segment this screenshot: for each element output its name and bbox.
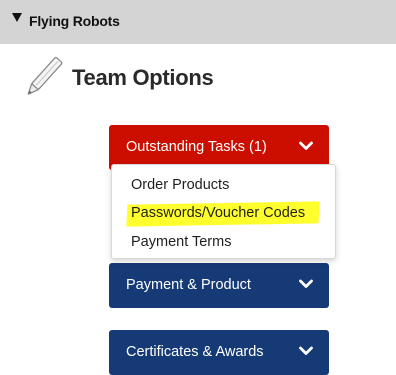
team-header[interactable]: Flying Robots	[0, 0, 396, 44]
chevron-down-icon	[299, 141, 313, 150]
menu-item-passwords-voucher-codes[interactable]: Passwords/Voucher Codes	[131, 205, 305, 221]
certificates-awards-dropdown[interactable]: Certificates & Awards	[109, 330, 329, 375]
outstanding-tasks-menu: Order Products Passwords/Voucher Codes P…	[111, 164, 336, 259]
dropdown-label: Certificates & Awards	[126, 344, 264, 360]
page-title: Team Options	[72, 65, 214, 90]
caret-down-icon	[12, 13, 22, 22]
pen-icon	[27, 56, 63, 95]
dropdown-label: Payment & Product	[126, 277, 251, 293]
team-name: Flying Robots	[29, 13, 120, 29]
chevron-down-icon	[299, 346, 313, 355]
menu-item-payment-terms[interactable]: Payment Terms	[131, 234, 231, 250]
chevron-down-icon	[299, 279, 313, 288]
menu-item-order-products[interactable]: Order Products	[131, 177, 229, 193]
dropdown-label: Outstanding Tasks (1)	[126, 139, 267, 155]
payment-product-dropdown[interactable]: Payment & Product	[109, 263, 329, 308]
